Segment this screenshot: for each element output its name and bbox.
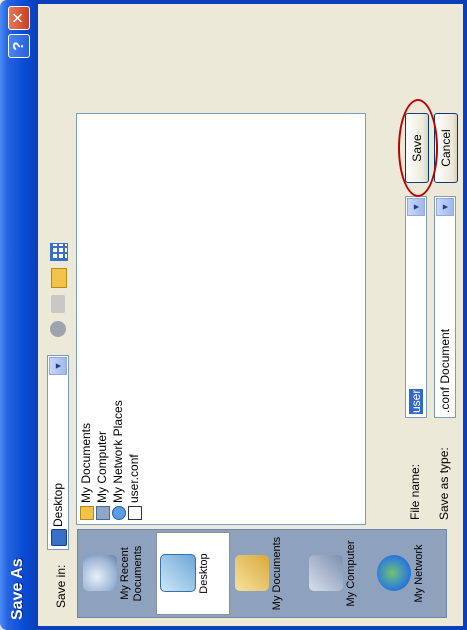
dialog-border <box>38 0 467 4</box>
place-my-computer[interactable]: My Computer <box>306 532 380 615</box>
new-folder-button[interactable] <box>48 268 68 290</box>
save-button-highlight <box>398 99 438 197</box>
save-as-type-dropdown[interactable]: .conf Document ▼ <box>434 196 456 418</box>
save-in-label: Save in: <box>54 564 68 608</box>
conf-file-icon <box>128 506 142 520</box>
file-name-text: My Documents <box>79 422 93 503</box>
close-button[interactable]: ✕ <box>8 6 30 30</box>
file-name-text: My Network Places <box>111 400 125 503</box>
place-label: My Documents <box>271 536 283 611</box>
file-name-label: File name: <box>408 463 422 520</box>
save-as-type-label: Save as type: <box>437 447 451 520</box>
place-my-recent-documents[interactable]: My Recent Documents <box>80 532 154 615</box>
save-in-value: Desktop <box>51 482 65 527</box>
chevron-down-icon[interactable]: ▼ <box>436 198 454 216</box>
file-name-value: user <box>409 388 423 414</box>
desktop-icon <box>51 529 67 546</box>
my-computer-icon <box>309 555 343 592</box>
help-button[interactable]: ? <box>8 34 30 58</box>
network-icon <box>112 506 126 520</box>
back-icon <box>50 321 66 337</box>
place-label: My Network <box>413 544 425 603</box>
place-my-network[interactable]: My Network <box>374 532 448 615</box>
new-folder-icon <box>51 268 67 288</box>
up-folder-button[interactable] <box>48 293 68 315</box>
title-bar[interactable]: Save As ? ✕ <box>0 0 38 630</box>
place-desktop[interactable]: Desktop <box>156 532 230 615</box>
file-name-text: user.conf <box>127 454 141 503</box>
page: Save As ? ✕ Save in: Desktop ▼ My Recent… <box>0 0 467 630</box>
my-network-icon <box>377 555 411 592</box>
place-my-documents[interactable]: My Documents <box>232 532 306 615</box>
folder-icon <box>80 506 94 520</box>
back-button[interactable] <box>48 318 68 340</box>
places-bar: My Recent Documents Desktop My Documents… <box>77 529 447 618</box>
save-as-type-value: .conf Document <box>438 328 452 413</box>
file-list[interactable]: My Documents My Computer My Network Plac… <box>76 113 366 525</box>
save-as-dialog: Save As ? ✕ Save in: Desktop ▼ My Recent… <box>0 0 467 630</box>
place-label: My Recent Documents <box>119 545 144 602</box>
file-name-input[interactable]: user ▼ <box>405 196 427 418</box>
views-button[interactable] <box>48 241 68 263</box>
chevron-down-icon[interactable]: ▼ <box>407 198 425 216</box>
recent-documents-icon <box>83 555 117 592</box>
desktop-icon <box>160 554 196 593</box>
place-label: Desktop <box>198 553 210 594</box>
up-folder-icon <box>51 295 65 313</box>
chevron-down-icon[interactable]: ▼ <box>49 357 67 375</box>
dialog-border <box>463 0 467 630</box>
my-documents-icon <box>235 555 269 592</box>
computer-icon <box>96 506 110 520</box>
window-title: Save As <box>9 558 26 620</box>
place-label: My Computer <box>345 540 357 607</box>
file-name-text: My Computer <box>95 430 109 503</box>
views-icon <box>50 243 68 261</box>
dialog-border <box>38 626 467 630</box>
save-in-dropdown[interactable]: Desktop ▼ <box>47 355 69 550</box>
